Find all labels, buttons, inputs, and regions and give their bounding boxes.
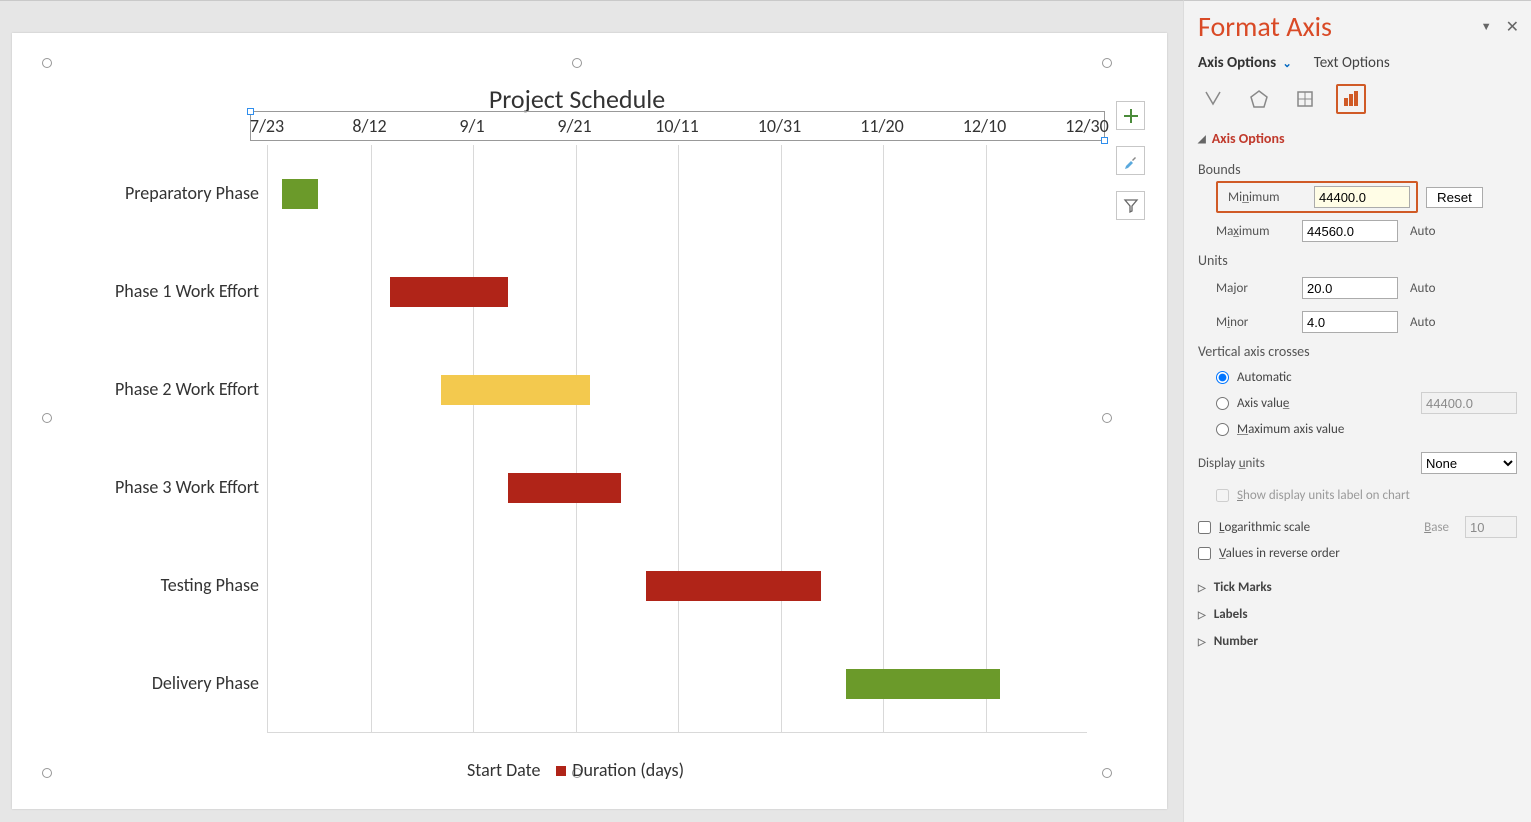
section-number[interactable]: ▷Number [1184,628,1531,655]
fill-line-icon[interactable] [1198,84,1228,114]
gantt-bar[interactable] [390,277,508,307]
category-label: Delivery Phase [152,672,259,694]
log-scale-checkbox[interactable] [1198,521,1211,534]
axis-sel-handle[interactable] [247,108,254,115]
x-tick-label: 8/12 [352,115,386,137]
legend-entry-start-date: Start Date [467,759,540,781]
expand-triangle-icon: ▷ [1198,635,1206,648]
plus-icon [1123,108,1139,124]
resize-handle[interactable] [42,413,52,423]
radio-axis-value[interactable] [1216,397,1229,410]
format-axis-pane: Format Axis ▼ ✕ Axis Options ⌄ Text Opti… [1183,0,1531,822]
major-auto-label[interactable]: Auto [1410,281,1454,296]
chart-filters-button[interactable] [1116,191,1145,220]
max-label: Maximum [1216,224,1302,239]
resize-handle[interactable] [572,58,582,68]
gantt-bar[interactable] [508,473,621,503]
min-label: Minimum [1228,190,1314,205]
section-tick-marks[interactable]: ▷Tick Marks [1184,574,1531,601]
x-tick-label: 9/21 [557,115,591,137]
gantt-bar[interactable] [282,179,318,209]
grid-line [781,145,782,732]
slide-editor: Project Schedule 7/238/129/19/2110/1110/… [0,0,1183,822]
x-tick-label: 12/10 [963,115,1006,137]
category-label: Preparatory Phase [125,182,259,204]
major-label: Major [1216,281,1302,296]
expand-triangle-icon: ▷ [1198,608,1206,621]
grid-line [576,145,577,732]
category-label: Testing Phase [161,574,259,596]
max-input[interactable] [1302,220,1398,242]
grid-line [371,145,372,732]
bounds-label: Bounds [1198,161,1517,178]
gantt-bar[interactable] [646,571,820,601]
legend-swatch [556,766,566,776]
x-tick-label: 11/20 [860,115,903,137]
axis-value-box [1421,392,1517,414]
size-properties-icon[interactable] [1290,84,1320,114]
chevron-down-icon: ⌄ [1280,57,1292,70]
reverse-order-checkbox[interactable] [1198,547,1211,560]
display-units-label: Display units [1198,456,1326,471]
chart-styles-button[interactable] [1116,146,1145,175]
minor-label: Minor [1216,315,1302,330]
minor-auto-label[interactable]: Auto [1410,315,1454,330]
x-tick-label: 10/11 [655,115,698,137]
pane-close-button[interactable]: ✕ [1506,17,1519,37]
category-label: Phase 2 Work Effort [115,378,259,400]
axis-icon-tabs [1184,82,1531,124]
radio-automatic[interactable] [1216,371,1229,384]
slide-canvas[interactable]: Project Schedule 7/238/129/19/2110/1110/… [12,33,1167,809]
pane-title: Format Axis [1198,9,1332,44]
max-auto-label[interactable]: Auto [1410,224,1454,239]
log-base-box [1465,516,1517,538]
min-reset-button[interactable]: Reset [1426,187,1483,208]
pane-options-chevron-icon[interactable]: ▼ [1481,20,1492,33]
category-label: Phase 3 Work Effort [115,476,259,498]
axis-sel-handle[interactable] [1101,137,1108,144]
grid-line [883,145,884,732]
resize-handle[interactable] [42,768,52,778]
category-label: Phase 1 Work Effort [115,280,259,302]
chart-elements-button[interactable] [1116,101,1145,130]
tab-text-options[interactable]: Text Options [1314,54,1390,72]
chart-object[interactable]: Project Schedule 7/238/129/19/2110/1110/… [47,63,1107,773]
x-tick-label: 7/23 [250,115,284,137]
x-tick-label: 10/31 [758,115,801,137]
section-axis-options[interactable]: ◢Axis Options [1184,124,1531,153]
plot-area[interactable] [267,145,1087,733]
major-input[interactable] [1302,277,1398,299]
collapse-triangle-icon: ◢ [1198,132,1206,145]
tab-axis-options[interactable]: Axis Options ⌄ [1198,54,1292,72]
expand-triangle-icon: ▷ [1198,581,1206,594]
grid-line [678,145,679,732]
resize-handle[interactable] [1102,58,1112,68]
x-tick-label: 9/1 [459,115,484,137]
grid-line [986,145,987,732]
grid-line [473,145,474,732]
resize-handle[interactable] [42,58,52,68]
funnel-icon [1123,198,1139,214]
minor-input[interactable] [1302,311,1398,333]
x-tick-label: 12/30 [1065,115,1108,137]
resize-handle[interactable] [1102,413,1112,423]
vcross-label: Vertical axis crosses [1198,343,1517,360]
brush-icon [1123,153,1139,169]
radio-max-axis-value[interactable] [1216,423,1229,436]
gantt-bar[interactable] [846,669,1000,699]
legend-entry-duration: Duration (days) [556,759,684,781]
section-labels[interactable]: ▷Labels [1184,601,1531,628]
display-units-select[interactable]: None [1421,452,1517,474]
chart-legend[interactable]: Start Date Duration (days) [467,759,684,781]
show-units-label-checkbox [1216,489,1229,502]
resize-handle[interactable] [1102,768,1112,778]
gantt-bar[interactable] [441,375,590,405]
units-label: Units [1198,252,1517,269]
effects-icon[interactable] [1244,84,1274,114]
axis-options-icon[interactable] [1336,84,1366,114]
min-input[interactable] [1314,186,1410,208]
